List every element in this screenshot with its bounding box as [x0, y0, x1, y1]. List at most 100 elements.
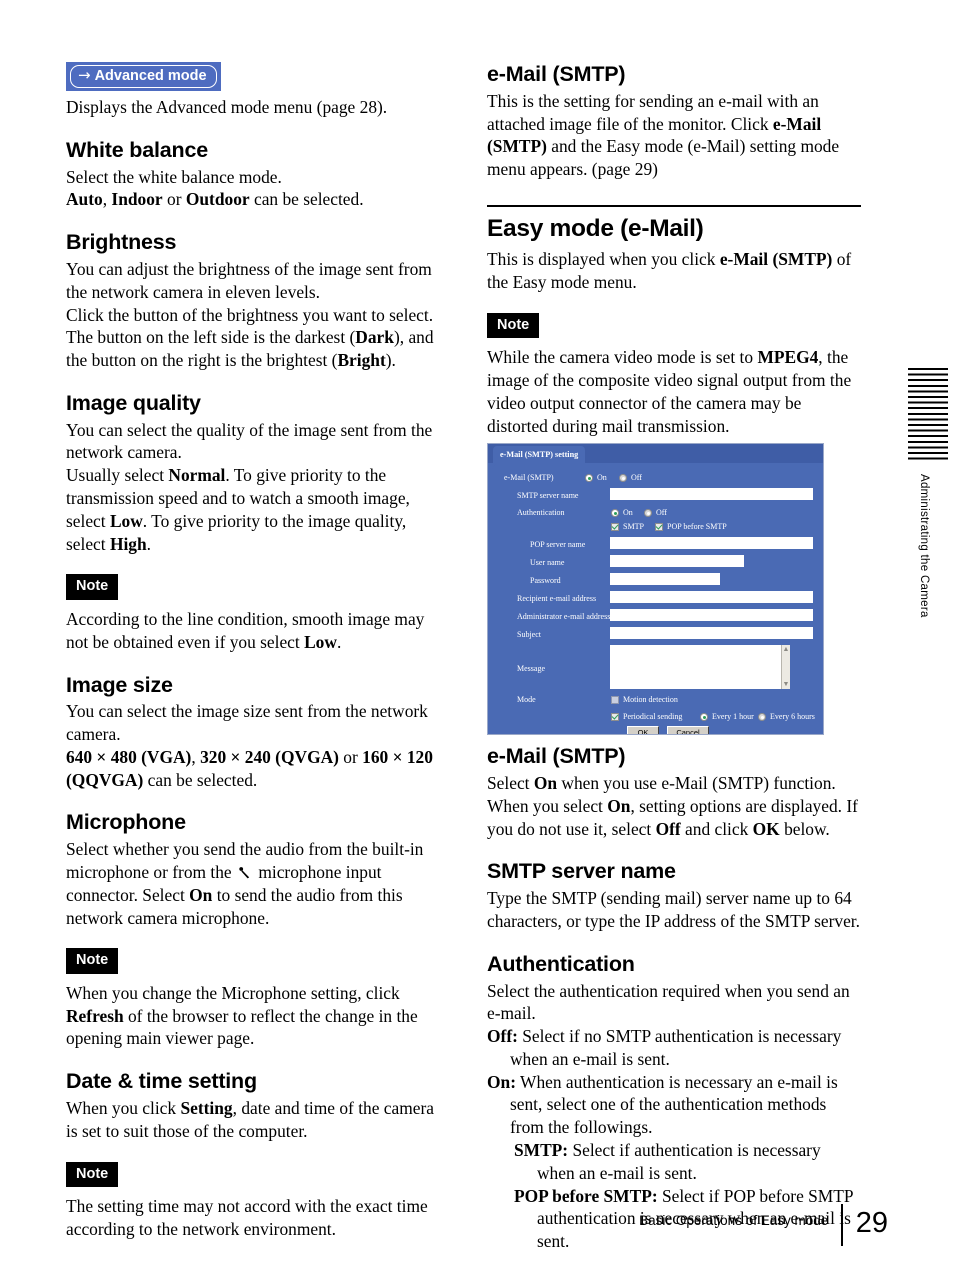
wb-bold-indoor: Indoor: [111, 189, 163, 210]
checkbox-pop-before-smtp[interactable]: [655, 523, 663, 532]
eso-post: below.: [779, 818, 830, 839]
right-column: e-Mail (SMTP) This is the setting for se…: [487, 62, 861, 1253]
eso-bold-ok: OK: [752, 818, 780, 839]
input-password[interactable]: [610, 573, 720, 586]
form-label-subject: Subject: [517, 630, 541, 640]
note3-text: The setting time may not accord with the…: [66, 1196, 428, 1239]
section-divider: [487, 204, 861, 207]
checkbox-motion-detection[interactable]: [611, 696, 619, 705]
note-tag: Note: [66, 574, 119, 600]
auth-item-smtp: SMTP: Select if authentication is necess…: [487, 1139, 861, 1185]
wb-bold-outdoor: Outdoor: [185, 189, 250, 210]
form-label-administrator-email-address: Administrator e-mail address: [517, 612, 611, 622]
heading-email-smtp-intro: e-Mail (SMTP): [487, 62, 626, 86]
heading-email-smtp-option: e-Mail (SMTP): [487, 744, 626, 769]
n1-pre: According to the line condition, smooth …: [66, 608, 425, 652]
advanced-mode-button-label: Advanced mode: [94, 68, 207, 84]
scroll-down-icon[interactable]: ▼: [782, 680, 790, 689]
n1-bold-low: Low: [304, 631, 337, 652]
radio-authentication-off[interactable]: [644, 509, 652, 518]
form-label-pop-server-name: POP server name: [530, 540, 586, 550]
input-subject[interactable]: [610, 627, 813, 640]
radio-authentication-on[interactable]: [611, 509, 619, 518]
margin-chapter-tab: Administrating the Camera: [908, 368, 948, 618]
checkbox-label-periodical-sending: Periodical sending: [623, 712, 683, 722]
checkbox-periodical-sending[interactable]: [611, 713, 619, 722]
auth-term-on: On:: [487, 1071, 516, 1092]
heading-microphone: Microphone: [66, 810, 186, 835]
advanced-mode-button-inner: → Advanced mode: [70, 65, 217, 89]
note-block-4: Note While the camera video mode is set …: [487, 312, 861, 438]
checkbox-label-pop-before-smtp: POP before SMTP: [667, 522, 727, 532]
eso-bold-on1: On: [533, 773, 558, 794]
tab-email-smtp-setting[interactable]: e-Mail (SMTP) setting: [493, 446, 586, 465]
radio-label-authentication-on: On: [623, 508, 633, 518]
input-recipient-email-address[interactable]: [610, 591, 813, 604]
footer-section-title: Basic Operations of Easy mode: [639, 1213, 829, 1228]
br-bold-bright: Bright: [337, 350, 386, 371]
br-bold-dark: Dark: [355, 327, 394, 348]
form-label-recipient-email-address: Recipient e-mail address: [517, 594, 597, 604]
textarea-scrollbar[interactable]: ▲ ▼: [781, 645, 790, 690]
n2-bold-refresh: Refresh: [66, 1005, 124, 1026]
auth-text-on: When authentication is necessary an e-ma…: [510, 1071, 838, 1138]
br-post: ).: [385, 350, 396, 371]
heading-brightness: Brightness: [66, 230, 177, 255]
radio-email-smtp-off[interactable]: [619, 474, 627, 483]
is-bold-qvga: 320 × 240 (QVGA): [200, 746, 339, 767]
form-label-authentication: Authentication: [517, 508, 565, 518]
image-size-p2: 640 × 480 (VGA), 320 × 240 (QVGA) or 160…: [66, 746, 440, 792]
form-label-user-name: User name: [530, 558, 565, 568]
input-smtp-server-name[interactable]: [610, 488, 813, 501]
auth-term-off: Off:: [487, 1026, 518, 1047]
is-bold-vga: 640 × 480 (VGA): [66, 746, 192, 767]
iq-bold-low: Low: [109, 510, 143, 531]
auth-item-on: On: When authentication is necessary an …: [487, 1071, 861, 1139]
form-label-mode: Mode: [517, 695, 536, 705]
brightness-p1: You can adjust the brightness of the ima…: [66, 258, 432, 302]
wb-post: can be selected.: [249, 189, 364, 210]
chapter-label: Administrating the Camera: [918, 474, 930, 618]
ok-button[interactable]: OK: [627, 726, 659, 735]
heading-white-balance: White balance: [66, 137, 208, 162]
heading-image-size: Image size: [66, 672, 173, 697]
radio-every-1-hour[interactable]: [700, 713, 708, 722]
checkbox-smtp[interactable]: [611, 523, 619, 532]
n1-post: .: [336, 631, 342, 652]
cancel-button[interactable]: Cancel: [667, 726, 709, 735]
authentication-intro: Select the authentication required when …: [487, 980, 850, 1024]
note-block-1: Note According to the line condition, sm…: [66, 574, 440, 653]
note2-text: When you change the Microphone setting, …: [66, 982, 440, 1050]
heading-authentication: Authentication: [487, 951, 635, 976]
email-smtp-option-text: Select On when you use e-Mail (SMTP) fun…: [487, 772, 861, 840]
n4-bold-mpeg4: MPEG4: [757, 347, 819, 368]
is-mid1: ,: [191, 746, 201, 767]
radio-label-email-smtp-off: Off: [631, 473, 642, 483]
form-label-email-smtp: e-Mail (SMTP): [504, 473, 554, 483]
textarea-message[interactable]: ▲ ▼: [610, 645, 790, 690]
radio-every-6-hours[interactable]: [758, 713, 766, 722]
advanced-mode-caption: Displays the Advanced mode menu (page 28…: [66, 97, 388, 118]
note4-text: While the camera video mode is set to MP…: [487, 346, 861, 437]
eso-bold-off: Off: [655, 818, 681, 839]
note-tag: Note: [66, 1161, 119, 1188]
input-user-name[interactable]: [610, 555, 744, 568]
iq-post: .: [146, 533, 152, 554]
input-administrator-email-address[interactable]: [610, 609, 813, 622]
is-post: can be selected.: [143, 769, 258, 790]
dt-bold-setting: Setting: [180, 1097, 233, 1118]
white-balance-line2: Auto, Indoor or Outdoor can be selected.: [66, 188, 440, 211]
screenshot-form-panel: e-Mail (SMTP) On Off SMTP server name Au…: [492, 463, 819, 735]
form-label-smtp-server-name: SMTP server name: [517, 491, 579, 501]
advanced-mode-button[interactable]: → Advanced mode: [66, 62, 221, 92]
dt-pre: When you click: [66, 1097, 181, 1118]
checkbox-label-motion-detection: Motion detection: [623, 695, 678, 705]
input-pop-server-name[interactable]: [610, 537, 813, 550]
esi-pre: This is the setting for sending an e-mai…: [487, 90, 819, 134]
note-block-2: Note When you change the Microphone sett…: [66, 948, 440, 1050]
auth-term-smtp: SMTP:: [514, 1140, 569, 1161]
wb-bold-auto: Auto: [66, 189, 103, 210]
radio-email-smtp-on[interactable]: [585, 474, 593, 483]
scroll-up-icon[interactable]: ▲: [782, 645, 790, 654]
is-mid2: or: [338, 746, 363, 767]
